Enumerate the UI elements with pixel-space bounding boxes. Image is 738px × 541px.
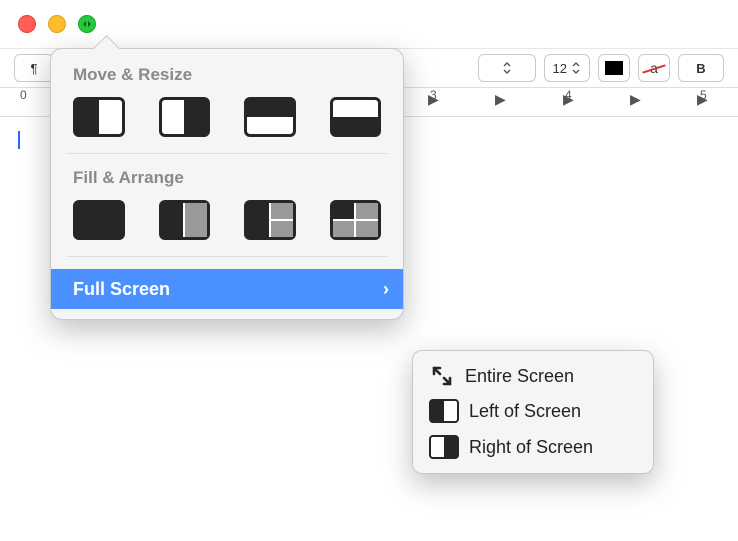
full-screen-submenu: Entire Screen Left of Screen Right of Sc… [412,350,654,474]
divider [67,256,387,257]
ruler-mark: 0 [20,88,27,102]
tile-bottom-half-button[interactable] [330,97,382,137]
tile-right-half-button[interactable] [159,97,211,137]
chevron-right-icon: › [383,279,389,300]
section-title-move-resize: Move & Resize [51,63,403,97]
right-half-icon [429,435,459,459]
arrange-quarters-button[interactable] [330,200,382,240]
tab-stop-icon[interactable]: ▶ [697,91,708,108]
tab-stop-icon[interactable]: ▶ [563,91,574,108]
entire-screen-label: Entire Screen [465,366,574,387]
font-family-dropdown[interactable] [478,54,536,82]
zoom-window-button[interactable] [78,15,96,33]
full-screen-menu-item[interactable]: Full Screen › [51,269,403,309]
arrange-left-quarters-button[interactable] [244,200,296,240]
font-size-value: 12 [553,61,567,76]
left-of-screen-label: Left of Screen [469,401,581,422]
left-half-icon [429,399,459,423]
left-of-screen-item[interactable]: Left of Screen [413,393,653,429]
bold-button[interactable]: B [678,54,724,82]
strikethrough-color-button[interactable]: a [638,54,670,82]
move-resize-row [51,97,403,153]
full-screen-label: Full Screen [73,279,170,300]
entire-screen-item[interactable]: Entire Screen [413,359,653,393]
fill-screen-button[interactable] [73,200,125,240]
chevron-up-down-icon [502,62,512,74]
font-size-dropdown[interactable]: 12 [544,54,590,82]
tile-top-half-button[interactable] [244,97,296,137]
section-title-fill-arrange: Fill & Arrange [51,166,403,200]
minimize-window-button[interactable] [48,15,66,33]
fill-arrange-row [51,200,403,256]
close-window-button[interactable] [18,15,36,33]
divider [67,153,387,154]
chevron-up-down-icon [571,62,581,74]
right-of-screen-item[interactable]: Right of Screen [413,429,653,465]
expand-arrows-icon [429,365,455,387]
text-color-button[interactable] [598,54,630,82]
text-cursor [18,131,20,149]
tab-stop-icon[interactable]: ▶ [630,91,641,108]
tile-left-half-button[interactable] [73,97,125,137]
right-of-screen-label: Right of Screen [469,437,593,458]
tab-stop-icon[interactable]: ▶ [428,91,439,108]
arrange-left-right-button[interactable] [159,200,211,240]
window-tiling-popover: Move & Resize Fill & Arrange Full Screen… [50,48,404,320]
paragraph-style-button[interactable]: ¶ [14,54,54,82]
tab-stop-icon[interactable]: ▶ [495,91,506,108]
